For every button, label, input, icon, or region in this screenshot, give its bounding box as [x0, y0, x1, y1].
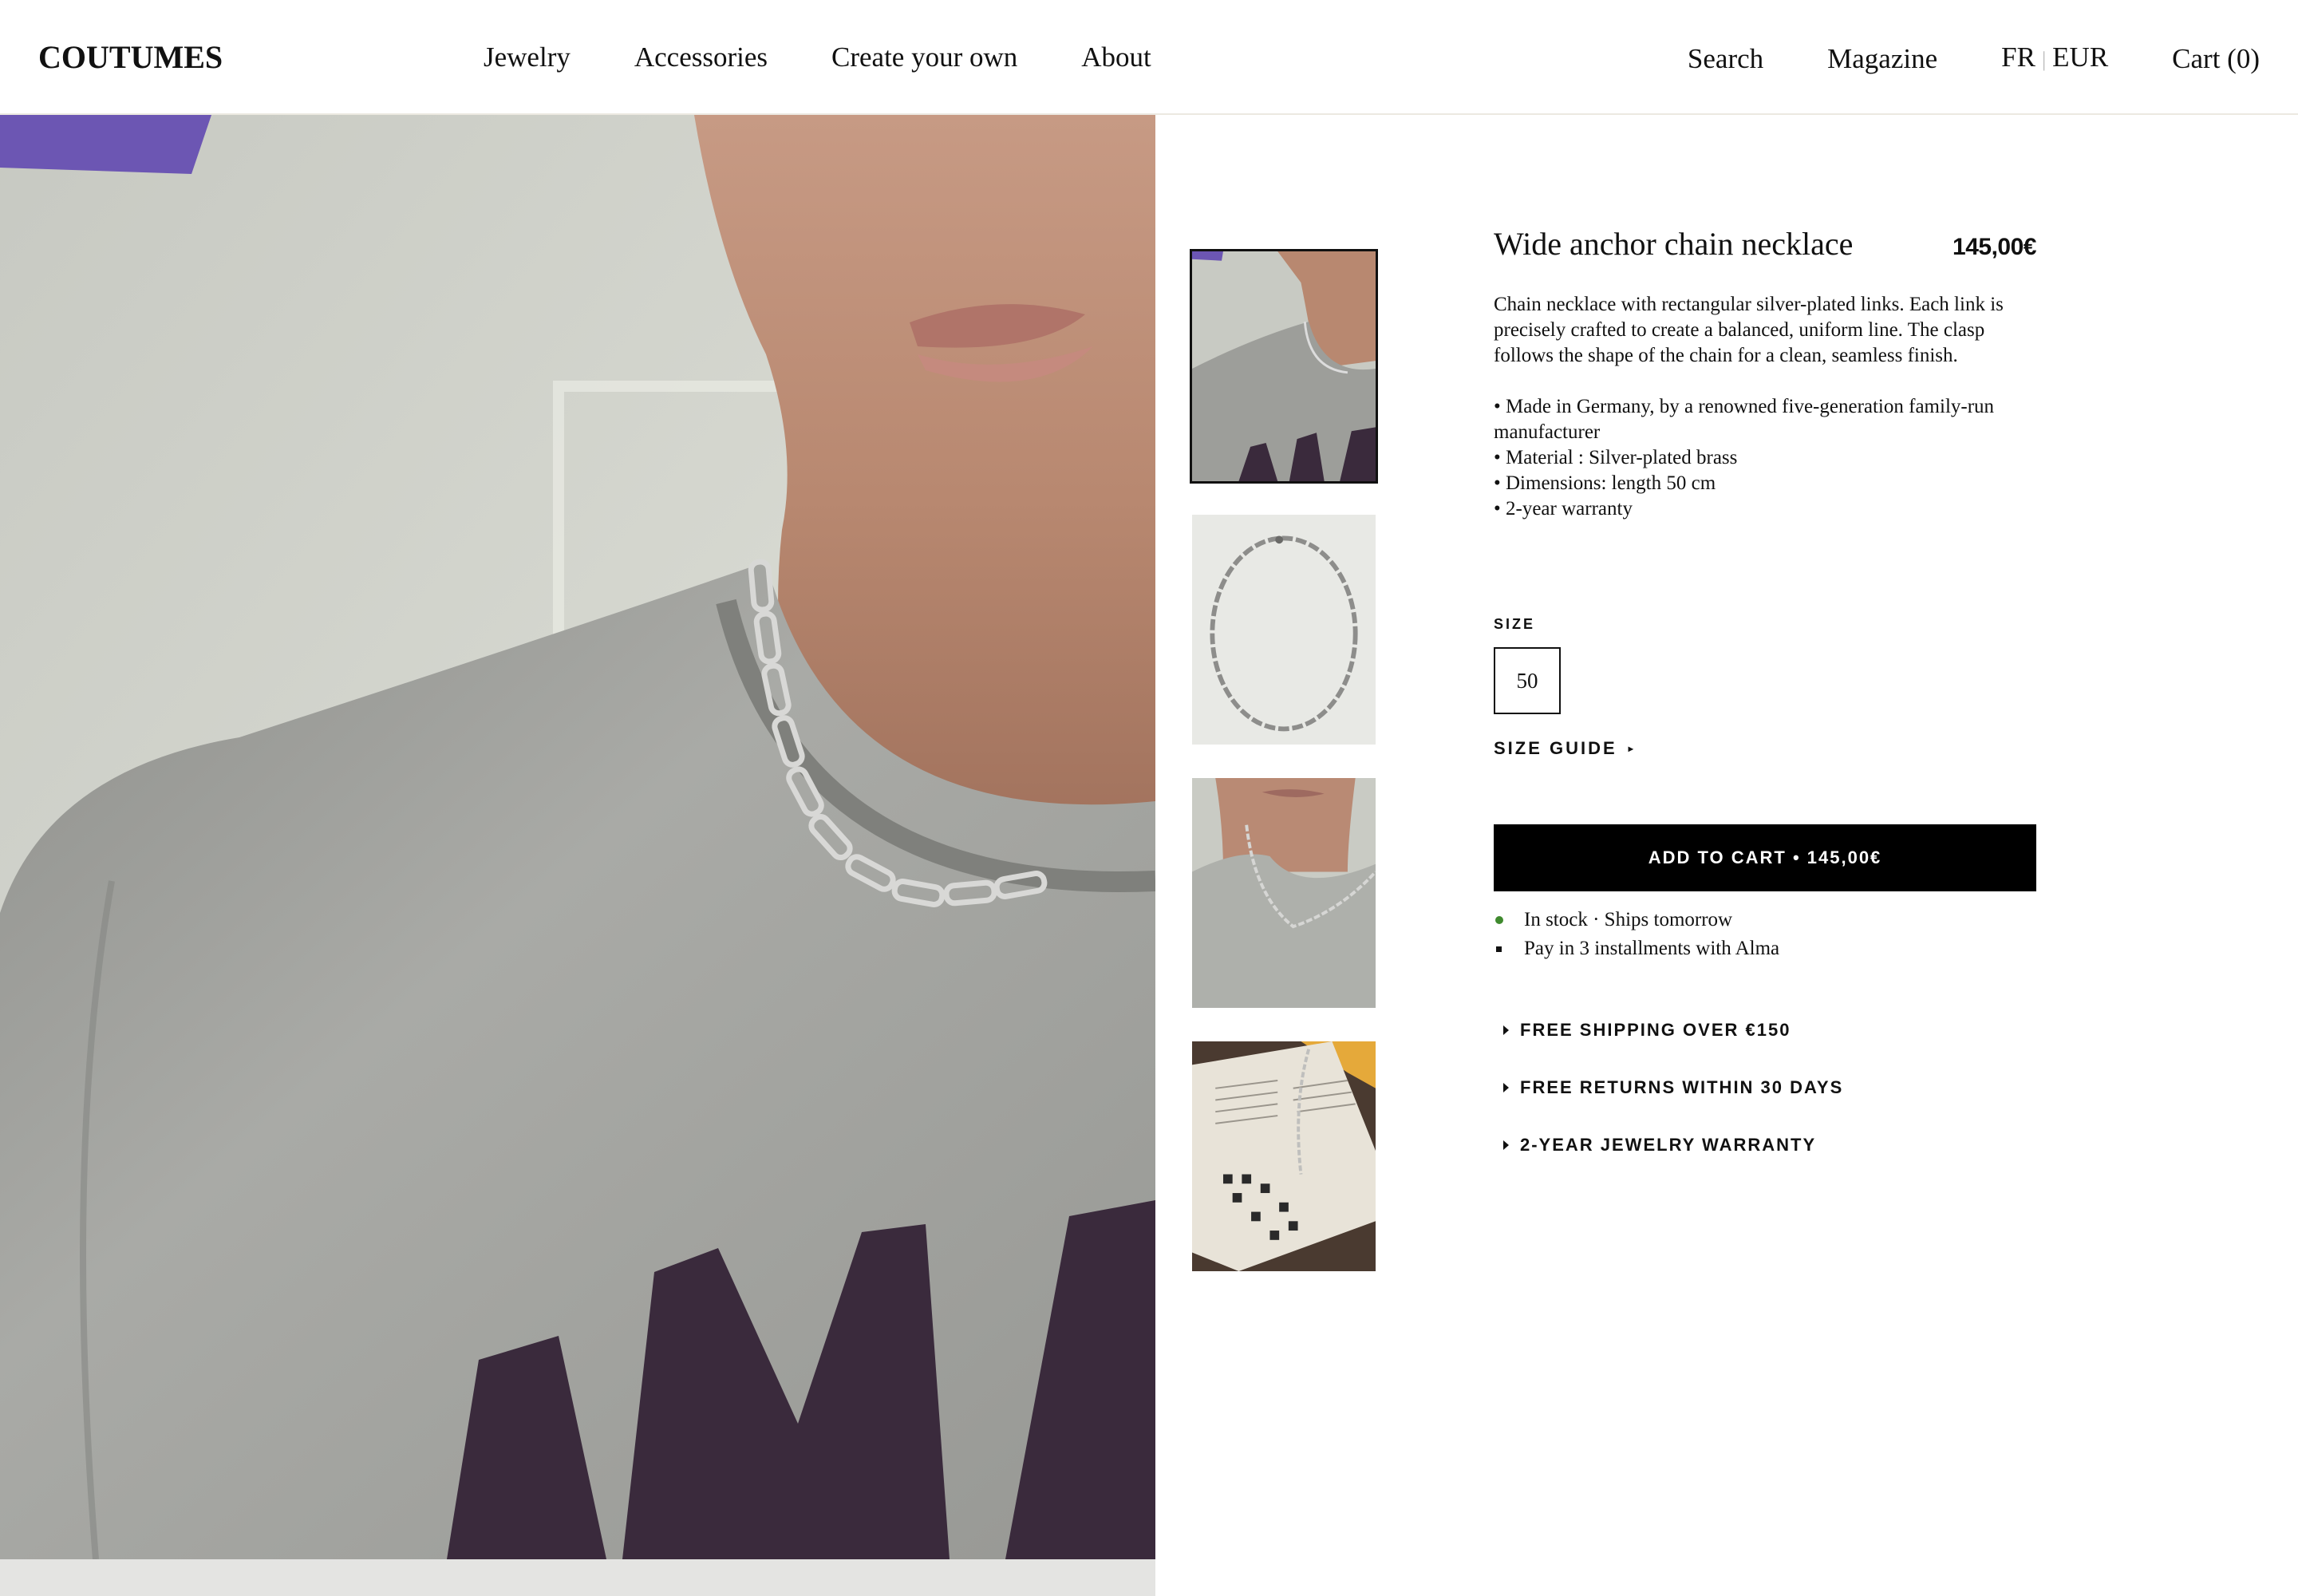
availability-info: In stock · Ships tomorrow Pay in 3 insta… [1494, 906, 2036, 963]
size-label: SIZE [1494, 616, 1536, 632]
magazine-link[interactable]: Magazine [1827, 41, 1937, 77]
search-link[interactable]: Search [1688, 41, 1763, 77]
main-nav: Jewelry Accessories Create your own Abou… [484, 40, 1151, 75]
locale-language: FR [2001, 41, 2035, 73]
perks-accordion: FREE SHIPPING OVER €150 FREE RETURNS WIT… [1494, 1001, 2036, 1174]
product-hero-image[interactable] [0, 115, 1155, 1559]
caret-right-icon [1503, 1140, 1509, 1150]
hero-bottom-strip [0, 1559, 1155, 1596]
thumbnail-2-image [1192, 515, 1376, 745]
thumbnail-2[interactable] [1190, 512, 1378, 747]
stock-status: In stock · Ships tomorrow [1494, 906, 2036, 934]
hero-photo-illustration [0, 115, 1155, 1559]
chevron-right-icon: ▸ [1628, 743, 1636, 754]
in-stock-dot-icon [1495, 916, 1503, 924]
perk-warranty[interactable]: 2-YEAR JEWELRY WARRANTY [1494, 1116, 2036, 1174]
thumbnail-1-image [1192, 251, 1376, 481]
site-header: COUTUMES Jewelry Accessories Create your… [0, 0, 2298, 115]
utility-nav: Search Magazine FR | EUR Cart (0) [1688, 40, 2260, 77]
cart-link[interactable]: Cart (0) [2172, 41, 2260, 77]
caret-right-icon [1503, 1083, 1509, 1092]
payment-note: Pay in 3 installments with Alma [1494, 934, 2036, 963]
locale-divider: | [2041, 48, 2047, 71]
perk-free-returns-label: FREE RETURNS WITHIN 30 DAYS [1520, 1077, 1844, 1097]
detail-origin: • Made in Germany, by a renowned five-ge… [1494, 396, 1995, 443]
size-guide-link[interactable]: SIZE GUIDE ▸ [1494, 738, 2036, 759]
product-description: Chain necklace with rectangular silver-p… [1494, 292, 2036, 522]
square-bullet-icon [1496, 946, 1502, 952]
thumbnail-gallery [1190, 249, 1380, 1302]
product-price: 145,00€ [1953, 234, 2036, 260]
caret-right-icon [1503, 1025, 1509, 1035]
product-info: Wide anchor chain necklace 145,00€ Chain… [1494, 223, 2036, 1174]
nav-jewelry[interactable]: Jewelry [484, 40, 571, 75]
locale-currency: EUR [2052, 41, 2109, 73]
perk-warranty-label: 2-YEAR JEWELRY WARRANTY [1520, 1135, 1817, 1155]
thumbnail-4-image [1192, 1041, 1376, 1271]
add-to-cart-button[interactable]: ADD TO CART • 145,00€ [1494, 824, 2036, 891]
perk-free-shipping-label: FREE SHIPPING OVER €150 [1520, 1020, 1791, 1040]
nav-create-your-own[interactable]: Create your own [831, 40, 1017, 75]
stock-status-text: In stock · Ships tomorrow [1524, 909, 1733, 930]
thumbnail-4[interactable] [1190, 1039, 1378, 1274]
thumbnail-3[interactable] [1190, 776, 1378, 1010]
perk-free-returns[interactable]: FREE RETURNS WITHIN 30 DAYS [1494, 1059, 2036, 1116]
detail-warranty: • 2-year warranty [1494, 498, 1633, 519]
detail-dimensions: • Dimensions: length 50 cm [1494, 472, 1716, 494]
nav-accessories[interactable]: Accessories [634, 40, 768, 75]
perk-free-shipping[interactable]: FREE SHIPPING OVER €150 [1494, 1001, 2036, 1059]
locale-switcher[interactable]: FR | EUR [2001, 40, 2108, 77]
thumbnail-1[interactable] [1190, 249, 1378, 484]
size-guide-label: SIZE GUIDE [1494, 738, 1617, 758]
product-title: Wide anchor chain necklace [1494, 226, 1854, 262]
nav-about[interactable]: About [1081, 40, 1151, 75]
description-text: Chain necklace with rectangular silver-p… [1494, 294, 2004, 366]
product-details-list: • Made in Germany, by a renowned five-ge… [1494, 394, 2036, 522]
detail-material: • Material : Silver-plated brass [1494, 447, 1738, 468]
size-option-50[interactable]: 50 [1494, 647, 1561, 714]
title-row: Wide anchor chain necklace 145,00€ [1494, 223, 2036, 265]
brand-logo[interactable]: COUTUMES [38, 40, 223, 75]
payment-note-text: Pay in 3 installments with Alma [1524, 938, 1780, 959]
thumbnail-3-image [1192, 778, 1376, 1008]
